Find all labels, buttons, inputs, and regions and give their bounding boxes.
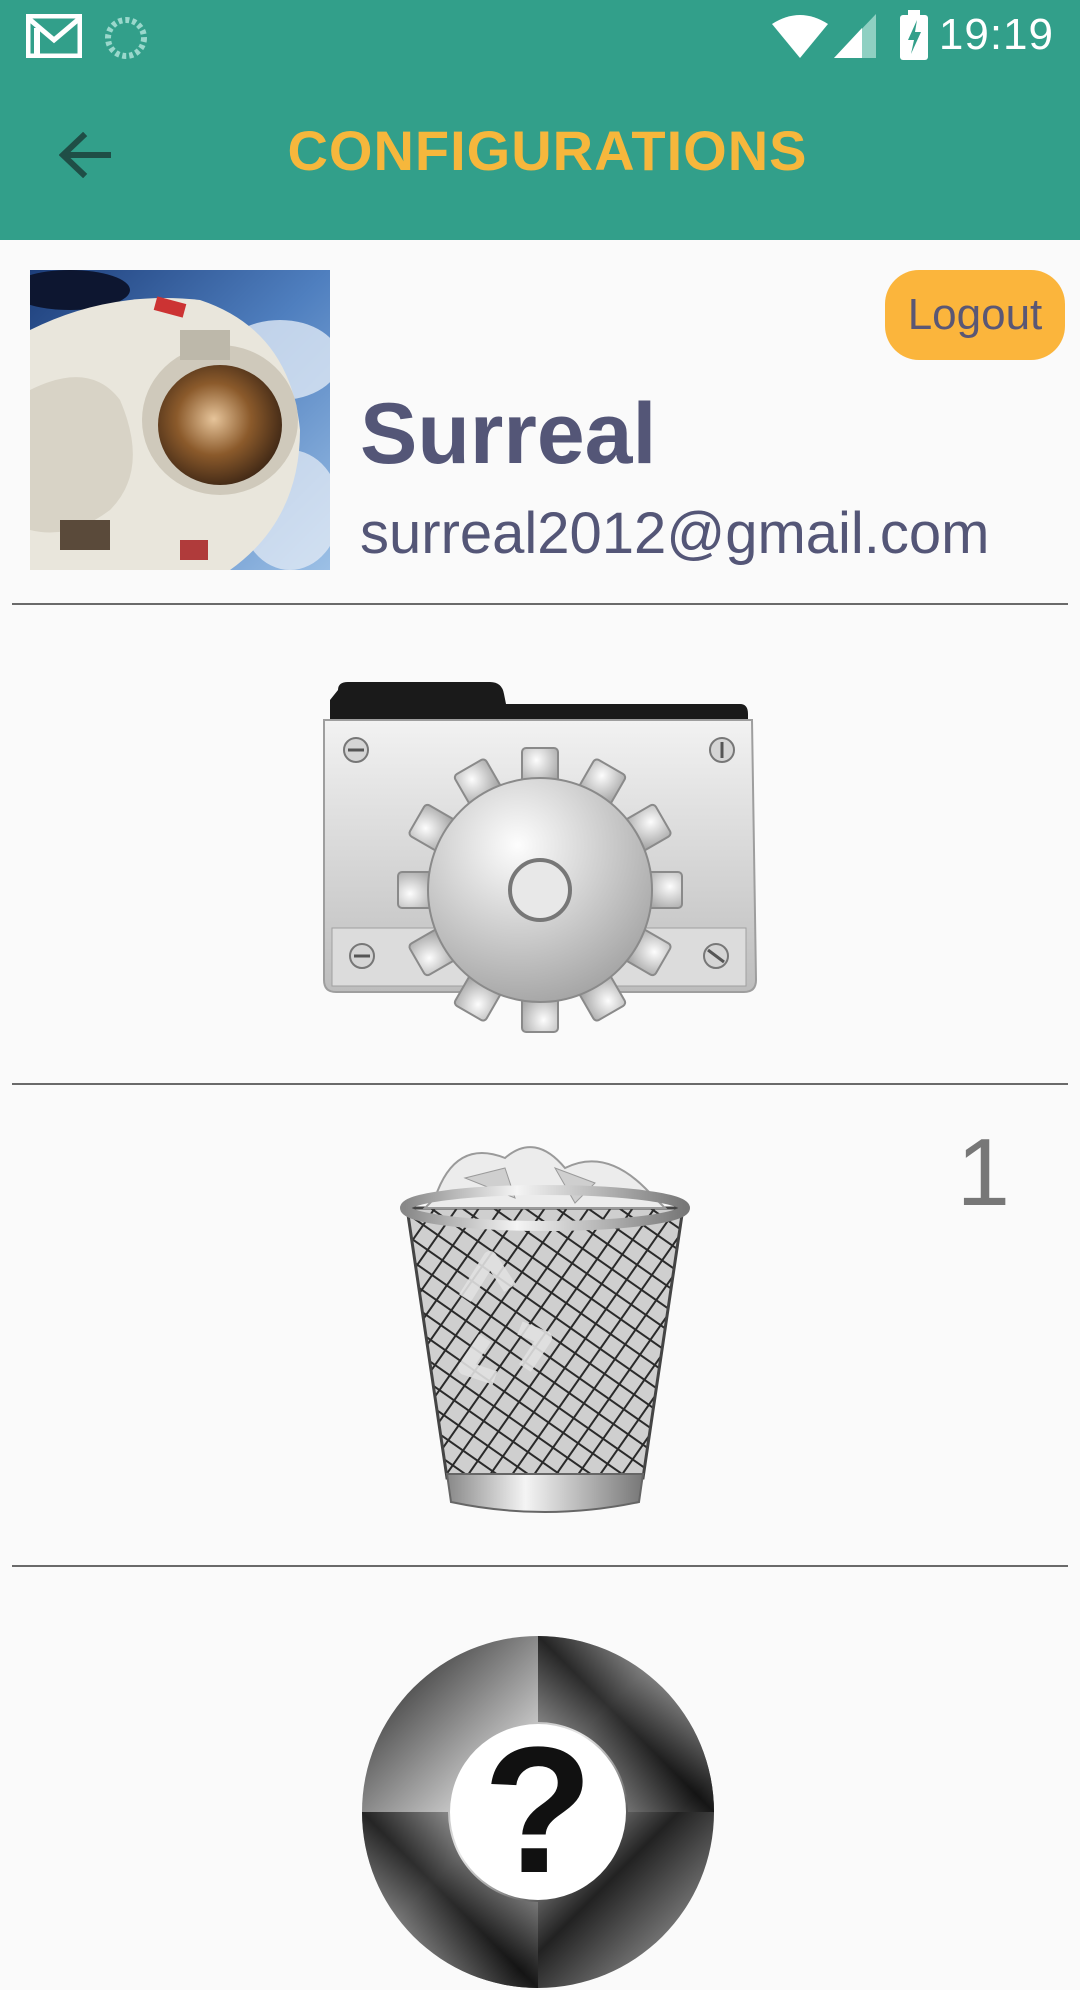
divider [12, 1083, 1068, 1085]
trash-count-badge: 1 [956, 1119, 1010, 1226]
svg-text:?: ? [483, 1710, 593, 1911]
help-item[interactable]: ? [0, 1568, 1080, 1988]
user-name: Surreal [360, 386, 657, 482]
wifi-icon [772, 15, 828, 58]
user-email: surreal2012@gmail.com [360, 501, 990, 566]
help-icon: ? [362, 1636, 714, 1988]
sync-icon [105, 17, 147, 59]
trash-bin-icon [400, 1146, 690, 1513]
battery-icon [900, 10, 928, 60]
logout-button[interactable]: Logout [885, 270, 1065, 360]
avatar [30, 270, 330, 570]
settings-item[interactable] [0, 606, 1080, 1082]
divider [12, 603, 1068, 605]
page-title: CONFIGURATIONS [287, 119, 808, 182]
divider [12, 1565, 1068, 1567]
status-time: 19:19 [938, 10, 1054, 59]
trash-item[interactable]: 1 [0, 1086, 1080, 1564]
signal-icon [834, 14, 876, 58]
settings-folder-icon [323, 682, 758, 1033]
gmail-icon [26, 14, 82, 58]
astronaut-image [30, 270, 330, 570]
status-bar: 19:19 [0, 0, 1080, 72]
